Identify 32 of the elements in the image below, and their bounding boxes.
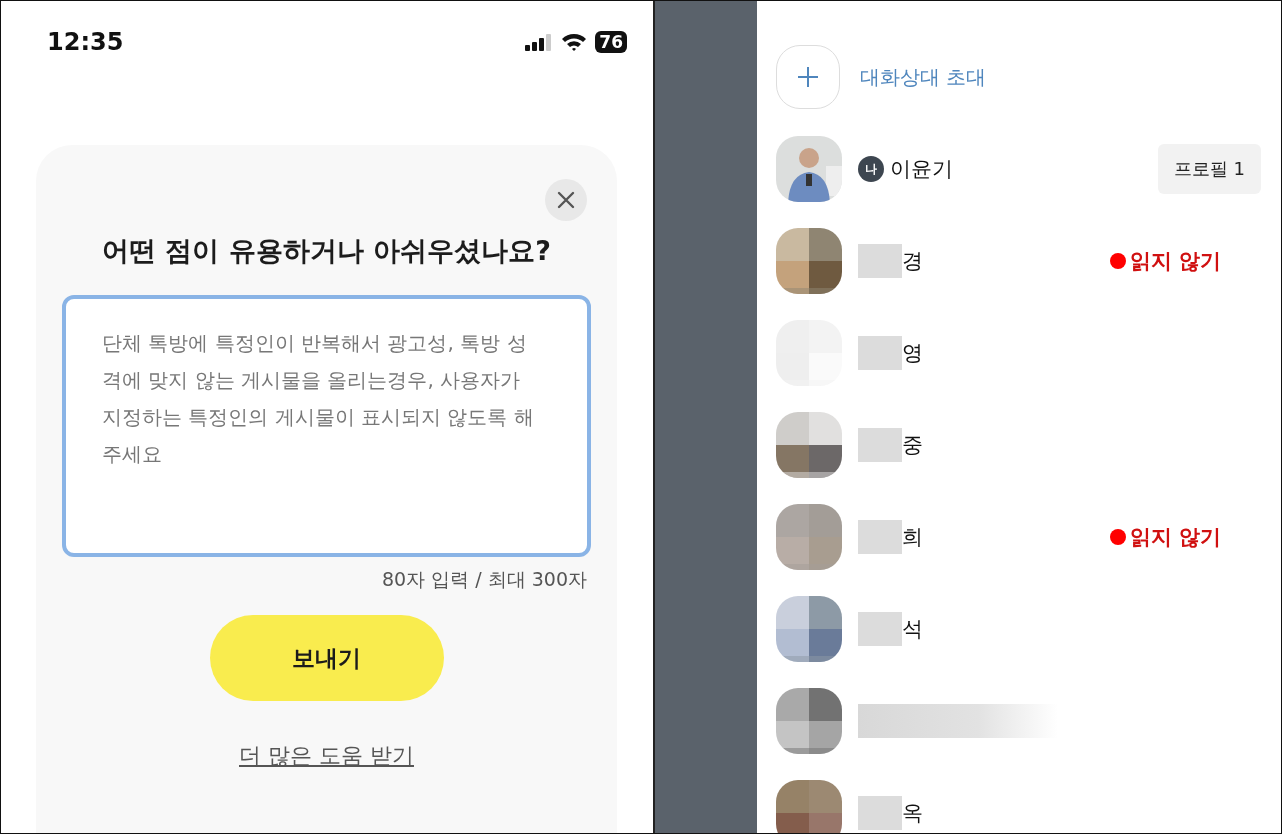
blurred-name: [858, 336, 902, 370]
help-link[interactable]: 더 많은 도움 받기: [239, 741, 414, 771]
close-icon: [557, 191, 575, 209]
blurred-name: [858, 244, 902, 278]
unread-dot: [1109, 253, 1126, 269]
close-button[interactable]: [545, 179, 587, 221]
blurred-name: [858, 612, 902, 646]
battery-level: 76: [595, 31, 627, 53]
member-name: 중: [902, 432, 923, 459]
me-badge: 나: [858, 156, 884, 182]
unread-note: 읽지 않기: [1129, 524, 1221, 551]
blurred-name: [858, 520, 902, 554]
my-name: 이윤기: [890, 156, 953, 183]
plus-icon: [796, 65, 820, 89]
blurred-name: [858, 428, 902, 462]
member-name: 석: [902, 616, 923, 643]
member-name: 희: [902, 524, 923, 551]
send-button[interactable]: 보내기: [209, 615, 444, 701]
wifi-icon: [561, 32, 588, 52]
member-name: 경: [902, 248, 923, 275]
member-name: 영: [902, 340, 923, 367]
invite-label[interactable]: 대화상대 초대: [860, 63, 987, 91]
clock-time: 12:35: [47, 28, 124, 56]
signal-icon: [525, 33, 554, 51]
dialog-title: 어떤 점이 유용하거나 아쉬우셨나요?: [102, 234, 551, 268]
member-name: 옥: [902, 800, 923, 827]
feedback-field[interactable]: 단체 톡방에 특정인이 반복해서 광고성, 톡방 성격에 맞지 않는 게시물을 올리는경우, 사용자가 지정하는 특정인의 게시물이 표시되지 않도록 해주세요: [62, 295, 591, 557]
unread-dot: [1109, 529, 1126, 545]
profile-button[interactable]: 프로필 1: [1157, 144, 1261, 194]
blurred-name: [858, 796, 902, 830]
unread-note: 읽지 않기: [1129, 248, 1221, 275]
character-count: 80자 입력 / 최대 300자: [382, 567, 587, 592]
